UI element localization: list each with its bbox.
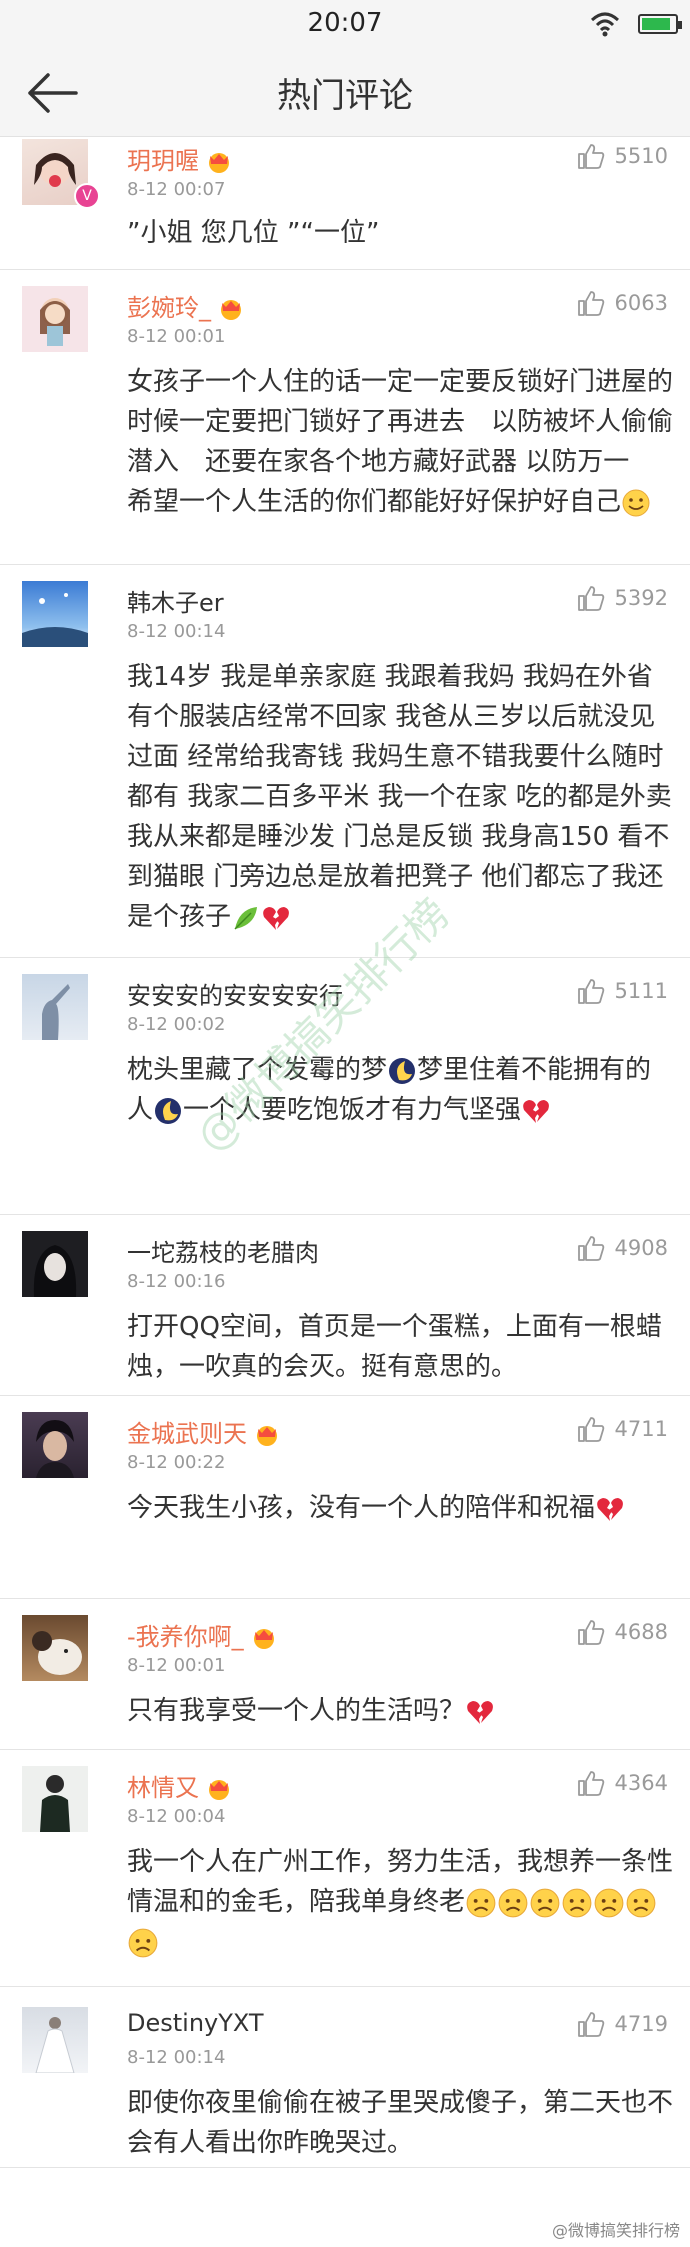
like-button[interactable]: 4711 xyxy=(577,1416,668,1442)
sad-emoji-icon xyxy=(498,1888,528,1917)
commenter-name[interactable]: 彭婉玲_ xyxy=(127,288,245,323)
avatar[interactable] xyxy=(22,1231,88,1297)
status-bar: 20:07 xyxy=(0,0,690,50)
commenter-name[interactable]: DestinyYXT xyxy=(127,2009,264,2037)
avatar[interactable] xyxy=(22,2007,88,2073)
thumbs-up-icon xyxy=(577,2012,604,2037)
broken-heart-icon xyxy=(597,1497,623,1521)
comment-item[interactable]: 彭婉玲_ 8-12 00:01 6063 女孩子一个人住的话一定一定要反锁好门进… xyxy=(0,270,690,565)
sad-emoji-icon xyxy=(466,1888,496,1917)
comment-item[interactable]: 一坨荔枝的老腊肉 8-12 00:16 4908 打开QQ空间，首页是一个蛋糕，… xyxy=(0,1215,690,1396)
like-button[interactable]: 4719 xyxy=(577,2011,668,2037)
like-button[interactable]: 4908 xyxy=(577,1235,668,1261)
comment-text: ”小姐 您几位 ”“一位” xyxy=(127,218,380,248)
comment-time: 8-12 00:07 xyxy=(127,179,226,200)
avatar[interactable] xyxy=(22,1766,88,1832)
avatar[interactable] xyxy=(22,974,88,1040)
battery-icon xyxy=(638,14,682,34)
sad-emoji-icon xyxy=(626,1888,656,1917)
moon-emoji-icon xyxy=(155,1097,182,1124)
comment-text: 我14岁 我是单亲家庭 我跟着我妈 我妈在外省有个服装店经常不回家 我爸从三岁以… xyxy=(127,662,672,932)
comment-text: 打开QQ空间，首页是一个蛋糕，上面有一根蜡烛，一吹真的会灭。挺有意思的。 xyxy=(127,1312,662,1382)
commenter-name[interactable]: 金城武则天 xyxy=(127,1414,281,1449)
comment-item[interactable]: 林情又 8-12 00:04 4364 我一个人在广州工作，努力生活，我想养一条… xyxy=(0,1750,690,1987)
comment-item[interactable]: -我养你啊_ 8-12 00:01 4688 只有我享受一个人的生活吗？ xyxy=(0,1599,690,1750)
comment-text: 只有我享受一个人的生活吗？ xyxy=(127,1691,676,1731)
vip-crown-icon xyxy=(209,153,229,173)
vip-crown-icon xyxy=(253,1629,274,1649)
comment-time: 8-12 00:01 xyxy=(127,1655,226,1676)
comment-time: 8-12 00:16 xyxy=(127,1271,226,1292)
commenter-name[interactable]: 玥玥喔 xyxy=(127,141,233,176)
thumbs-up-icon xyxy=(577,144,604,169)
comment-text: 今天我生小孩，没有一个人的陪伴和祝福 xyxy=(127,1488,676,1528)
comment-time: 8-12 00:04 xyxy=(127,1806,226,1827)
avatar[interactable] xyxy=(22,581,88,647)
thumbs-up-icon xyxy=(577,979,604,1004)
moon-emoji-icon xyxy=(389,1057,416,1084)
like-button[interactable]: 5392 xyxy=(577,585,668,611)
avatar[interactable] xyxy=(22,286,88,352)
thumbs-up-icon xyxy=(577,1236,604,1261)
leaf-emoji-icon xyxy=(234,906,258,930)
broken-heart-icon xyxy=(467,1700,493,1724)
sad-emoji-icon xyxy=(562,1888,592,1917)
vip-crown-icon xyxy=(221,300,241,320)
comment-text: 我一个人在广州工作，努力生活，我想养一条性情温和的金毛，陪我单身终老 xyxy=(127,1842,676,1962)
vip-crown-icon xyxy=(257,1426,277,1446)
sad-emoji-icon xyxy=(594,1888,624,1917)
comment-time: 8-12 00:22 xyxy=(127,1452,226,1473)
nav-bar: 热门评论 xyxy=(0,50,690,137)
thumbs-up-icon xyxy=(577,1771,604,1796)
avatar[interactable] xyxy=(22,1615,88,1681)
thumbs-up-icon xyxy=(577,1620,604,1645)
comment-text: 即使你夜里偷偷在被子里哭成傻子，第二天也不会有人看出你昨晚哭过。 xyxy=(127,2088,674,2158)
comment-time: 8-12 00:14 xyxy=(127,2047,226,2068)
sad-emoji-icon xyxy=(128,1928,158,1957)
sad-emoji-icon xyxy=(530,1888,560,1917)
comment-time: 8-12 00:14 xyxy=(127,621,226,642)
status-time: 20:07 xyxy=(307,8,383,38)
avatar[interactable] xyxy=(22,1412,88,1478)
commenter-name[interactable]: 韩木子er xyxy=(127,583,224,618)
comment-list: V 玥玥喔 8-12 00:07 5510 ”小姐 您几位 ”“一位” 彭婉玲_… xyxy=(0,137,690,2168)
commenter-name[interactable]: -我养你啊_ xyxy=(127,1617,278,1652)
like-button[interactable]: 5510 xyxy=(577,143,668,169)
smile-emoji-icon xyxy=(622,489,650,516)
wifi-icon xyxy=(590,12,620,37)
page-title: 热门评论 xyxy=(277,76,413,116)
broken-heart-icon xyxy=(263,906,289,930)
like-button[interactable]: 4688 xyxy=(577,1619,668,1645)
comment-item[interactable]: 韩木子er 8-12 00:14 5392 我14岁 我是单亲家庭 我跟着我妈 … xyxy=(0,565,690,958)
thumbs-up-icon xyxy=(577,291,604,316)
vip-crown-icon xyxy=(209,1780,229,1800)
commenter-name[interactable]: 一坨荔枝的老腊肉 xyxy=(127,1233,319,1268)
like-button[interactable]: 5111 xyxy=(577,978,668,1004)
like-button[interactable]: 6063 xyxy=(577,290,668,316)
comment-item[interactable]: DestinyYXT 8-12 00:14 4719 即使你夜里偷偷在被子里哭成… xyxy=(0,1987,690,2168)
verified-badge-icon: V xyxy=(74,183,100,209)
comment-item[interactable]: 金城武则天 8-12 00:22 4711 今天我生小孩，没有一个人的陪伴和祝福 xyxy=(0,1396,690,1599)
comment-text: 女孩子一个人住的话一定一定要反锁好门进屋的时候一定要把门锁好了再进去 以防被坏人… xyxy=(127,367,674,517)
thumbs-up-icon xyxy=(577,1417,604,1442)
comment-item[interactable]: V 玥玥喔 8-12 00:07 5510 ”小姐 您几位 ”“一位” xyxy=(0,137,690,270)
comment-time: 8-12 00:01 xyxy=(127,326,226,347)
corner-watermark: @微博搞笑排行榜 xyxy=(551,2221,680,2240)
commenter-name[interactable]: 林情又 xyxy=(127,1768,233,1803)
thumbs-up-icon xyxy=(577,586,604,611)
comment-time: 8-12 00:02 xyxy=(127,1014,226,1035)
broken-heart-icon xyxy=(523,1099,549,1123)
like-button[interactable]: 4364 xyxy=(577,1770,668,1796)
